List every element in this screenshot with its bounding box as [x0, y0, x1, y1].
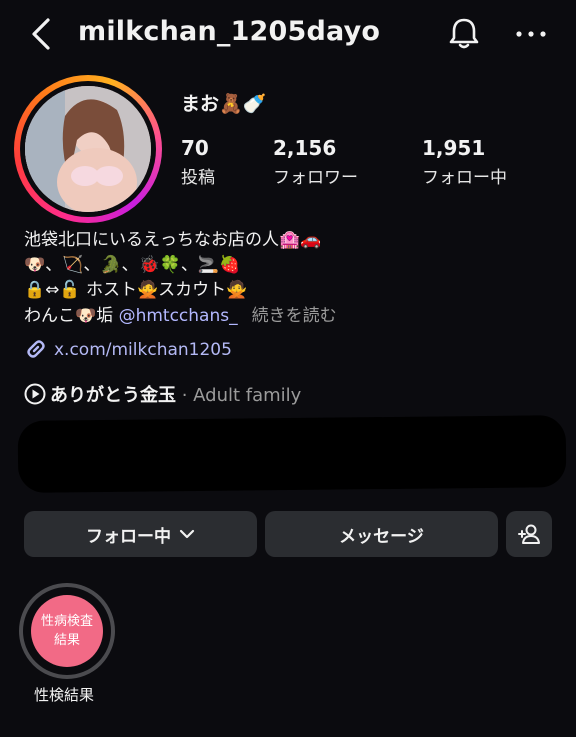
- external-link[interactable]: x.com/milkchan1205: [24, 338, 232, 361]
- message-button[interactable]: メッセージ: [265, 511, 498, 557]
- redaction-mark: [59, 436, 541, 488]
- highlight-cover-line-2: 結果: [53, 633, 80, 648]
- highlight-label: 性検結果: [34, 686, 95, 704]
- story-highlight[interactable]: 性病検査 結果: [19, 583, 115, 679]
- bio-mention-link[interactable]: @hmtcchans_: [119, 306, 238, 326]
- posts-count[interactable]: 70: [181, 136, 209, 160]
- link-icon: [27, 340, 45, 358]
- read-more-link[interactable]: 続きを読む: [252, 306, 337, 326]
- music-artist: · Adult family: [176, 385, 302, 406]
- posts-label: 投稿: [181, 168, 215, 188]
- bio-line-3: 🔒⇔🔓 ホスト🙅スカウト🙅: [24, 280, 248, 300]
- display-name: まお🧸🍼: [181, 93, 267, 115]
- add-person-icon: [518, 524, 540, 544]
- avatar-photo: [25, 86, 151, 212]
- followers-label: フォロワー: [273, 168, 358, 188]
- music-title: ありがとう金玉: [50, 385, 176, 406]
- top-bar: milkchan_1205dayo: [0, 0, 576, 68]
- message-label: メッセージ: [339, 526, 424, 547]
- avatar[interactable]: [14, 75, 162, 223]
- following-button[interactable]: フォロー中: [24, 511, 257, 557]
- music-row[interactable]: ありがとう金玉 · Adult family: [24, 383, 301, 407]
- followers-count[interactable]: 2,156: [273, 136, 336, 160]
- suggest-people-button[interactable]: [506, 511, 552, 557]
- following-label: フォロー中: [422, 168, 507, 188]
- more-horizontal-icon[interactable]: [514, 28, 548, 40]
- following-count[interactable]: 1,951: [422, 136, 485, 160]
- bio-line-1: 池袋北口にいるえっちなお店の人🏩🚗: [24, 230, 322, 250]
- bell-icon[interactable]: [446, 14, 482, 52]
- bio-prefix: わんこ🐶垢: [24, 306, 119, 326]
- profile-username: milkchan_1205dayo: [78, 16, 381, 47]
- bio-line-2: 🐶、🏹、🐊、🐞🍀、🚬🍓: [24, 255, 241, 275]
- external-link-text: x.com/milkchan1205: [54, 340, 232, 360]
- highlight-cover: 性病検査 結果: [31, 595, 103, 667]
- highlight-cover-line-1: 性病検査: [40, 614, 93, 629]
- play-circle-icon: [24, 383, 46, 405]
- bio-line-4: わんこ🐶垢 @hmtcchans_ 続きを読む: [24, 305, 337, 327]
- chevron-left-icon[interactable]: [26, 14, 58, 54]
- chevron-down-icon: [179, 529, 195, 539]
- following-label: フォロー中: [86, 526, 171, 547]
